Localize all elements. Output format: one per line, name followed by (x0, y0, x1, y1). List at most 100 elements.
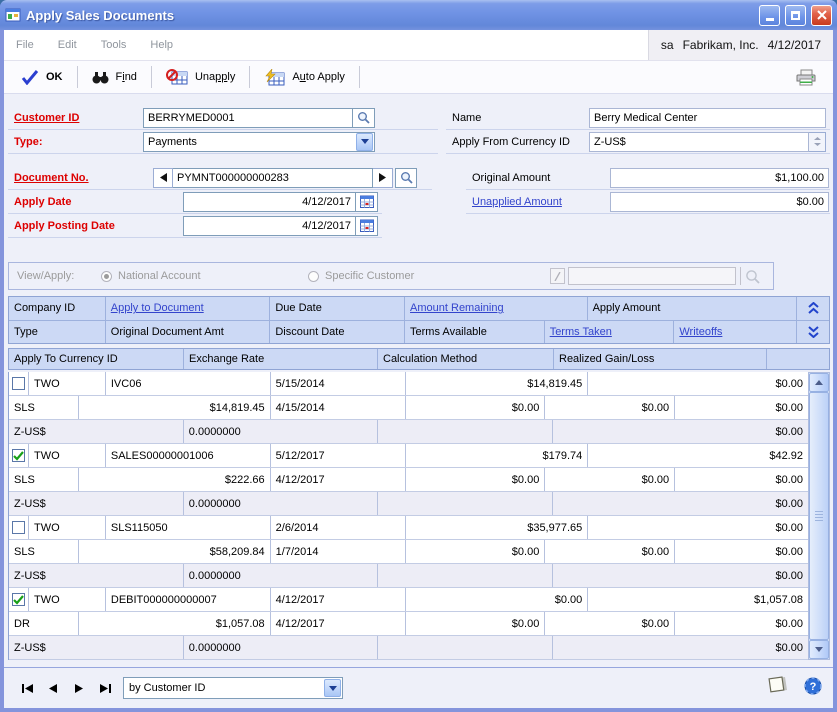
scroll-down-button[interactable] (809, 640, 829, 659)
cell-apply-amount[interactable]: $0.00 (588, 516, 808, 539)
apply-from-currency-row: Apply From Currency ID Z-US$ (446, 130, 830, 154)
header-apply-to-document: Apply to Document (106, 297, 271, 320)
cell-discount-date: 1/7/2014 (271, 540, 406, 563)
print-button[interactable] (787, 66, 825, 89)
cell-writeoffs: $0.00 (675, 612, 808, 635)
cell-currency: Z-US$ (9, 636, 184, 659)
header-exchange-rate: Exchange Rate (184, 349, 378, 369)
scroll-up-button[interactable] (809, 373, 829, 392)
cell-type: SLS (9, 468, 79, 491)
cell-exchange-rate: 0.0000000 (184, 636, 378, 659)
find-button[interactable]: Find (83, 67, 146, 88)
cell-discount-date: 4/12/2017 (271, 612, 406, 635)
apply-date-calendar-button[interactable] (356, 192, 378, 212)
document-no-label[interactable]: Document No. (8, 172, 153, 184)
document-no-input[interactable]: PYMNT000000000283 (173, 168, 373, 188)
cell-calc-method (378, 492, 554, 515)
menu-tools[interactable]: Tools (89, 30, 139, 60)
next-record-button[interactable] (68, 678, 90, 698)
header-type: Type (9, 321, 106, 344)
header-apply-to-currency-id: Apply To Currency ID (9, 349, 184, 369)
header-terms-taken: Terms Taken (545, 321, 675, 344)
cell-due-date: 2/6/2014 (271, 516, 406, 539)
note-icon[interactable] (766, 675, 790, 697)
cell-amount-remaining: $0.00 (406, 588, 589, 611)
cell-apply-amount[interactable]: $0.00 (588, 372, 808, 395)
cell-gain-loss: $0.00 (553, 636, 808, 659)
unapply-button[interactable]: Unapply (157, 66, 244, 89)
cell-company-id: TWO (29, 516, 106, 539)
apply-date-input[interactable]: 4/12/2017 (183, 192, 356, 212)
help-icon[interactable]: ? (804, 677, 822, 695)
cell-gain-loss: $0.00 (553, 420, 808, 443)
title-bar[interactable]: Apply Sales Documents (0, 0, 837, 30)
type-dropdown-arrow-icon[interactable] (356, 133, 373, 151)
collapse-rows-button[interactable] (797, 297, 829, 320)
status-company[interactable]: Fabrikam, Inc. (683, 38, 759, 52)
cell-apply-amount[interactable]: $1,057.08 (588, 588, 808, 611)
cell-apply-amount[interactable]: $42.92 (588, 444, 808, 467)
customer-id-input[interactable]: BERRYMED0001 (143, 108, 353, 128)
currency-expansion-button[interactable] (809, 132, 826, 152)
printer-icon (796, 69, 816, 86)
apply-date-row: Apply Date 4/12/2017 (8, 190, 382, 214)
apply-posting-date-calendar-button[interactable] (356, 216, 378, 236)
menu-file[interactable]: File (4, 30, 46, 60)
auto-apply-icon (264, 69, 285, 86)
type-dropdown[interactable]: Payments (143, 132, 375, 152)
binoculars-icon (92, 70, 109, 85)
unapplied-amount-link[interactable]: Unapplied Amount (466, 196, 610, 208)
menu-help[interactable]: Help (138, 30, 185, 60)
documents-table: TWO IVC06 5/15/2014 $14,819.45 $0.00 SLS… (8, 372, 808, 660)
cell-currency: Z-US$ (9, 492, 184, 515)
apply-checkbox[interactable] (12, 377, 25, 390)
customer-id-label[interactable]: Customer ID (8, 112, 143, 124)
apply-checkbox[interactable] (12, 593, 25, 606)
last-record-button[interactable] (94, 678, 116, 698)
ok-button[interactable]: OK (12, 66, 72, 88)
expand-rows-button[interactable] (797, 321, 829, 344)
auto-apply-button[interactable]: Auto Apply (255, 66, 354, 89)
apply-checkbox[interactable] (12, 449, 25, 462)
cell-document: SALES00000001006 (106, 444, 271, 467)
type-row: Type: Payments (8, 130, 438, 154)
unapply-icon (166, 69, 188, 86)
apply-posting-date-input[interactable]: 4/12/2017 (183, 216, 356, 236)
sort-dropdown-arrow-icon[interactable] (324, 679, 341, 697)
cell-document: DEBIT000000000007 (106, 588, 271, 611)
window-content: File Edit Tools Help sa Fabrikam, Inc. 4… (4, 30, 833, 708)
cell-original-amt: $58,209.84 (79, 540, 271, 563)
apply-checkbox[interactable] (12, 521, 25, 534)
first-record-button[interactable] (16, 678, 38, 698)
sort-by-value: by Customer ID (129, 682, 324, 694)
specific-customer-radio[interactable] (308, 271, 319, 282)
cell-due-date: 4/12/2017 (271, 588, 406, 611)
view-apply-label: View/Apply: (9, 270, 97, 282)
menu-edit[interactable]: Edit (46, 30, 89, 60)
unapplied-amount-row: Unapplied Amount $0.00 (466, 190, 830, 214)
sort-by-dropdown[interactable]: by Customer ID (123, 677, 343, 699)
toolbar: OK Find Unapply Auto Apply (4, 61, 833, 94)
cell-amount-remaining: $179.74 (406, 444, 589, 467)
maximize-button[interactable] (785, 5, 806, 26)
cell-company-id: TWO (29, 372, 106, 395)
previous-record-button[interactable] (42, 678, 64, 698)
name-value: Berry Medical Center (589, 108, 826, 128)
scrollbar-thumb[interactable] (809, 392, 829, 640)
close-button[interactable] (811, 5, 832, 26)
table-scrollbar[interactable] (808, 372, 830, 660)
minimize-button[interactable] (759, 5, 780, 26)
status-date[interactable]: 4/12/2017 (768, 38, 821, 52)
apply-from-currency-label: Apply From Currency ID (446, 136, 589, 148)
cell-type: SLS (9, 396, 79, 419)
table-row: TWO DEBIT000000000007 4/12/2017 $0.00 $1… (9, 588, 808, 612)
cell-due-date: 5/15/2014 (271, 372, 406, 395)
document-lookup-button[interactable] (395, 168, 417, 188)
browse-next-button[interactable] (373, 168, 393, 188)
view-apply-panel: View/Apply: National Account Specific Cu… (8, 262, 774, 290)
unapplied-amount-value: $0.00 (610, 192, 829, 212)
table-row: Z-US$ 0.0000000 $0.00 (9, 492, 808, 516)
browse-previous-button[interactable] (153, 168, 173, 188)
national-account-radio[interactable] (101, 271, 112, 282)
customer-lookup-button[interactable] (353, 108, 375, 128)
